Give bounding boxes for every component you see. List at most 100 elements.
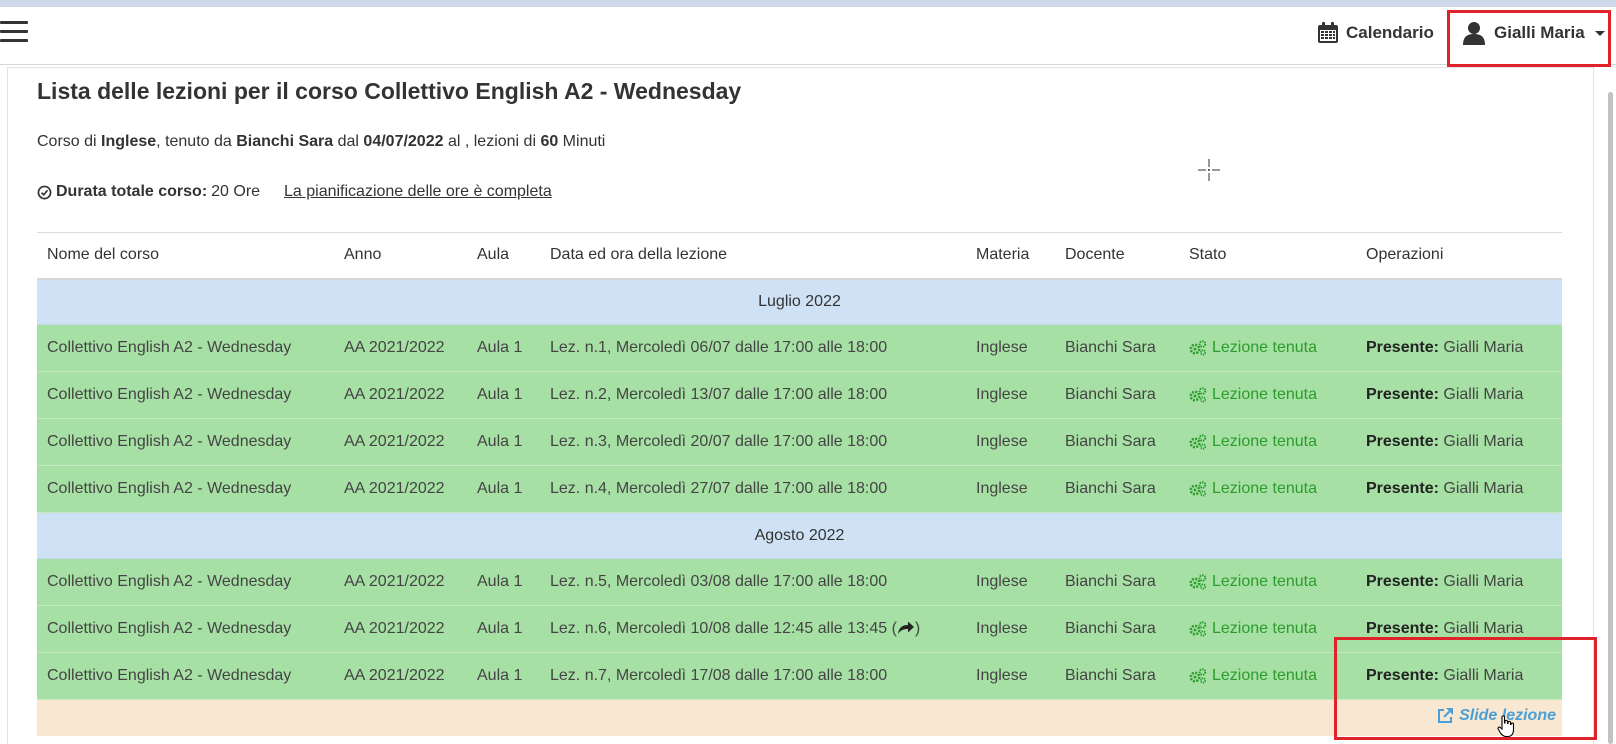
calendar-button[interactable]: Calendario [1317, 19, 1434, 47]
cell-room: Aula 1 [467, 418, 540, 466]
planning-complete-link[interactable]: La pianificazione delle ore è completa [284, 183, 552, 201]
cell-datetime: Lez. n.7, Mercoledì 17/08 dalle 17:00 al… [540, 652, 966, 700]
cogs-icon [1189, 387, 1207, 403]
course-name: Collettivo English A2 - Wednesday [364, 78, 742, 104]
column-header: Materia [966, 232, 1055, 280]
cell-year: AA 2021/2022 [334, 558, 467, 606]
cogs-icon [1189, 481, 1207, 497]
table-header: Nome del corso Anno Aula Data ed ora del… [37, 232, 1562, 280]
cell-datetime: Lez. n.4, Mercoledì 27/07 dalle 17:00 al… [540, 465, 966, 513]
cell-status: Lezione tenuta [1179, 324, 1356, 372]
cell-operations: Presente: Gialli Maria [1356, 652, 1562, 700]
cell-teacher: Bianchi Sara [1055, 465, 1179, 513]
cell-room: Aula 1 [467, 652, 540, 700]
crosshair-cursor-icon [1198, 159, 1220, 181]
cogs-icon [1189, 574, 1207, 590]
navbar: Calendario Gialli Maria [0, 7, 1616, 65]
cell-year: AA 2021/2022 [334, 605, 467, 653]
cell-operations: Presente: Gialli Maria [1356, 605, 1562, 653]
cell-course: Collettivo English A2 - Wednesday [37, 605, 334, 653]
cell-subject: Inglese [966, 558, 1055, 606]
course-duration: Durata totale corso: 20 Ore [37, 183, 260, 201]
month-group-row: Agosto 2022 [37, 512, 1562, 559]
column-header: Anno [334, 232, 467, 280]
cell-subject: Inglese [966, 605, 1055, 653]
cell-operations: Presente: Gialli Maria [1356, 558, 1562, 606]
table-row: Collettivo English A2 - Wednesday AA 202… [37, 465, 1562, 513]
cell-status: Lezione tenuta [1179, 371, 1356, 419]
cell-operations: Presente: Gialli Maria [1356, 465, 1562, 513]
cell-course: Collettivo English A2 - Wednesday [37, 324, 334, 372]
column-header: Stato [1179, 232, 1356, 280]
cell-year: AA 2021/2022 [334, 371, 467, 419]
cell-course: Collettivo English A2 - Wednesday [37, 465, 334, 513]
column-header: Nome del corso [37, 232, 334, 280]
course-info: Corso di Inglese, tenuto da Bianchi Sara… [37, 133, 606, 150]
cell-teacher: Bianchi Sara [1055, 418, 1179, 466]
cell-operations: Presente: Gialli Maria [1356, 371, 1562, 419]
cogs-icon [1189, 621, 1207, 637]
cell-datetime: Lez. n.6, Mercoledì 10/08 dalle 12:45 al… [540, 605, 966, 653]
month-group-row: Luglio 2022 [37, 278, 1562, 325]
calendar-label: Calendario [1346, 23, 1434, 42]
cell-year: AA 2021/2022 [334, 652, 467, 700]
cell-course: Collettivo English A2 - Wednesday [37, 371, 334, 419]
cell-subject: Inglese [966, 324, 1055, 372]
cell-teacher: Bianchi Sara [1055, 558, 1179, 606]
cell-subject: Inglese [966, 371, 1055, 419]
cell-room: Aula 1 [467, 558, 540, 606]
cell-teacher: Bianchi Sara [1055, 324, 1179, 372]
page-title: Lista delle lezioni per il corso Collett… [37, 78, 742, 104]
cell-room: Aula 1 [467, 371, 540, 419]
cell-teacher: Bianchi Sara [1055, 371, 1179, 419]
cogs-icon [1189, 340, 1207, 356]
user-name: Gialli Maria [1494, 23, 1585, 42]
cell-operations: Presente: Gialli Maria [1356, 324, 1562, 372]
cell-status: Lezione tenuta [1179, 652, 1356, 700]
duration-label: Durata totale corso: [56, 183, 208, 200]
cell-course: Collettivo English A2 - Wednesday [37, 558, 334, 606]
cell-year: AA 2021/2022 [334, 418, 467, 466]
cell-teacher: Bianchi Sara [1055, 652, 1179, 700]
table-row: Collettivo English A2 - Wednesday AA 202… [37, 418, 1562, 466]
lessons-table: Nome del corso Anno Aula Data ed ora del… [37, 232, 1562, 736]
cell-subject: Inglese [966, 418, 1055, 466]
cell-subject: Inglese [966, 652, 1055, 700]
hamburger-icon[interactable] [0, 21, 28, 43]
table-row: Collettivo English A2 - Wednesday AA 202… [37, 324, 1562, 372]
user-icon [1463, 22, 1485, 45]
cell-teacher: Bianchi Sara [1055, 605, 1179, 653]
column-header: Aula [467, 232, 540, 280]
cell-status: Lezione tenuta [1179, 465, 1356, 513]
hand-cursor-icon [1497, 715, 1515, 738]
cell-year: AA 2021/2022 [334, 324, 467, 372]
table-row: Collettivo English A2 - Wednesday AA 202… [37, 605, 1562, 653]
scrollbar-thumb[interactable] [1608, 92, 1613, 744]
cell-status: Lezione tenuta [1179, 558, 1356, 606]
cell-course: Collettivo English A2 - Wednesday [37, 418, 334, 466]
check-circle-icon [37, 185, 52, 199]
table-row: Collettivo English A2 - Wednesday AA 202… [37, 371, 1562, 419]
column-header: Data ed ora della lezione [540, 232, 966, 280]
cell-datetime: Lez. n.5, Mercoledì 03/08 dalle 17:00 al… [540, 558, 966, 606]
cell-datetime: Lez. n.2, Mercoledì 13/07 dalle 17:00 al… [540, 371, 966, 419]
top-strip [0, 0, 1616, 7]
user-menu-button[interactable]: Gialli Maria [1462, 19, 1605, 47]
cell-datetime: Lez. n.3, Mercoledì 20/07 dalle 17:00 al… [540, 418, 966, 466]
chevron-down-icon [1594, 30, 1605, 36]
cogs-icon [1189, 668, 1207, 684]
slides-row: Slide lezione [37, 699, 1562, 736]
cell-room: Aula 1 [467, 324, 540, 372]
duration-value: 20 Ore [211, 183, 261, 200]
external-link-icon [1438, 708, 1454, 723]
calendar-icon [1318, 22, 1338, 43]
cell-year: AA 2021/2022 [334, 465, 467, 513]
cogs-icon [1189, 434, 1207, 450]
cell-room: Aula 1 [467, 605, 540, 653]
cell-datetime: Lez. n.1, Mercoledì 06/07 dalle 17:00 al… [540, 324, 966, 372]
column-header: Docente [1055, 232, 1179, 280]
cell-course: Collettivo English A2 - Wednesday [37, 652, 334, 700]
cell-room: Aula 1 [467, 465, 540, 513]
cell-operations: Presente: Gialli Maria [1356, 418, 1562, 466]
share-icon[interactable] [897, 621, 915, 635]
